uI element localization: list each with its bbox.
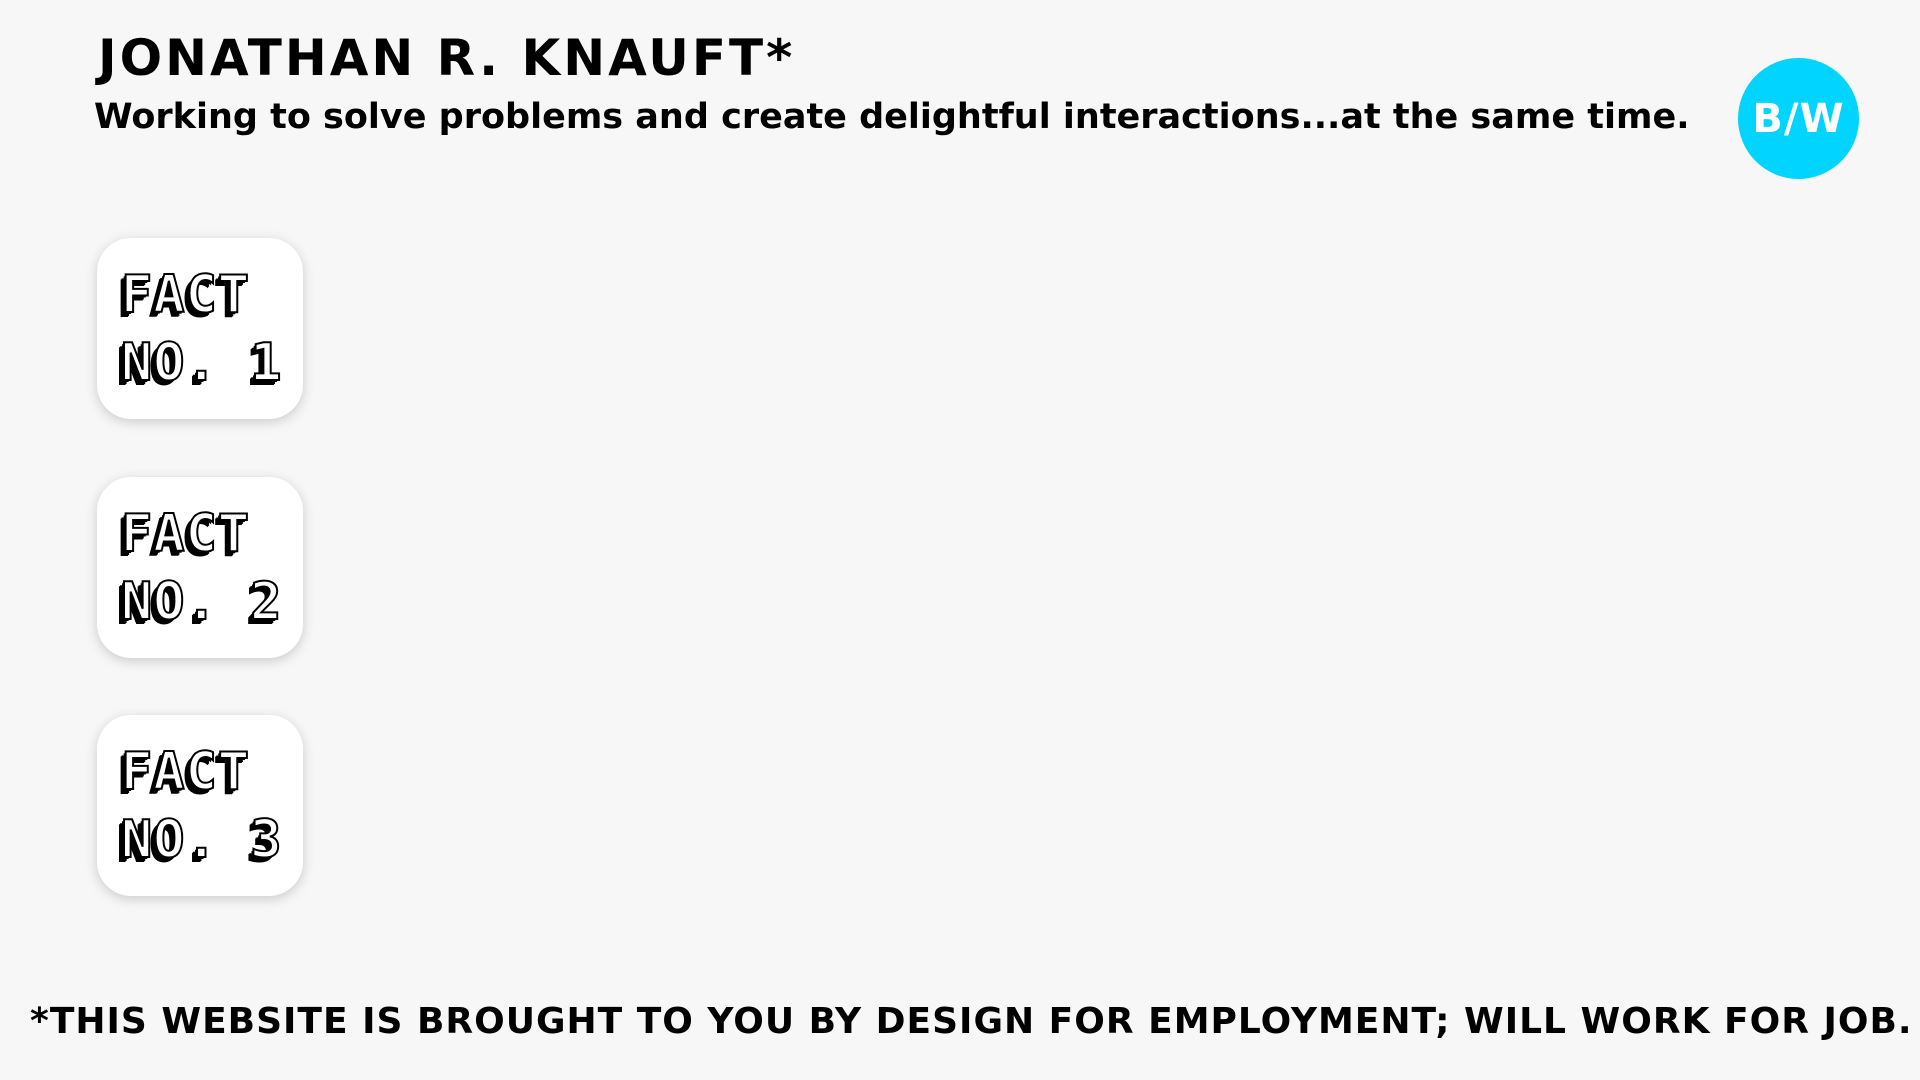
tagline: Working to solve problems and create del…: [94, 97, 1690, 137]
site-title: Jonathan R. Knauft*: [98, 29, 796, 87]
fact-card-2[interactable]: FACT NO. 2: [97, 477, 303, 658]
fact-card-3[interactable]: FACT NO. 3: [97, 715, 303, 896]
fact-card-number: NO. 2: [120, 571, 283, 633]
fact-card-label: FACT: [120, 503, 251, 565]
fact-card-number: NO. 3: [120, 809, 283, 871]
fact-card-number: NO. 1: [120, 332, 283, 394]
fact-card-label: FACT: [120, 264, 251, 326]
bw-theme-toggle-button[interactable]: B/W: [1738, 58, 1859, 179]
fact-card-label: FACT: [120, 741, 251, 803]
fact-card-1[interactable]: FACT NO. 1: [97, 238, 303, 419]
footer-note: *This website is brought to you by desig…: [30, 1001, 1913, 1042]
